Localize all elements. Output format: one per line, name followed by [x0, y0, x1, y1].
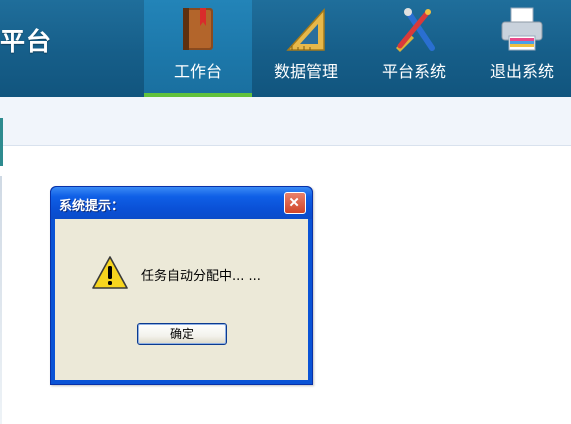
nav-tab-platform-system-label: 平台系统	[381, 62, 446, 81]
dialog-ok-button[interactable]: 确定	[137, 323, 227, 345]
set-square-icon	[286, 8, 325, 51]
nav-tab-data-management-label: 数据管理	[273, 62, 338, 81]
nav-tab-data-management[interactable]: 数据管理	[252, 0, 360, 97]
left-accent-strip	[0, 118, 3, 166]
nav-tab-logout[interactable]: 退出系统	[468, 0, 571, 97]
system-alert-dialog: 系统提示： 任务自动分配中... ... 确定	[50, 186, 313, 385]
nav-tab-workbench-label: 工作台	[173, 62, 222, 81]
tools-icon	[396, 8, 435, 52]
dialog-body: 任务自动分配中... ... 确定	[55, 219, 308, 380]
platform-logo-text: 平台	[0, 27, 53, 56]
dialog-title: 系统提示：	[59, 199, 125, 214]
dialog-message: 任务自动分配中... ...	[141, 269, 261, 284]
left-edge-divider	[0, 176, 2, 424]
dialog-titlebar[interactable]: 系统提示：	[51, 187, 312, 219]
nav-tab-logout-label: 退出系统	[489, 62, 554, 81]
nav-tab-workbench[interactable]: 工作台	[144, 0, 252, 97]
warning-icon	[92, 256, 128, 289]
printer-icon	[501, 7, 543, 51]
book-icon	[183, 8, 213, 50]
top-header: 平台 工作台 数据管理 平台系统 退出系统	[0, 0, 571, 97]
nav-tab-platform-system[interactable]: 平台系统	[360, 0, 468, 97]
close-icon	[289, 197, 299, 207]
sub-toolbar	[0, 97, 571, 146]
dialog-close-button[interactable]	[284, 192, 306, 214]
